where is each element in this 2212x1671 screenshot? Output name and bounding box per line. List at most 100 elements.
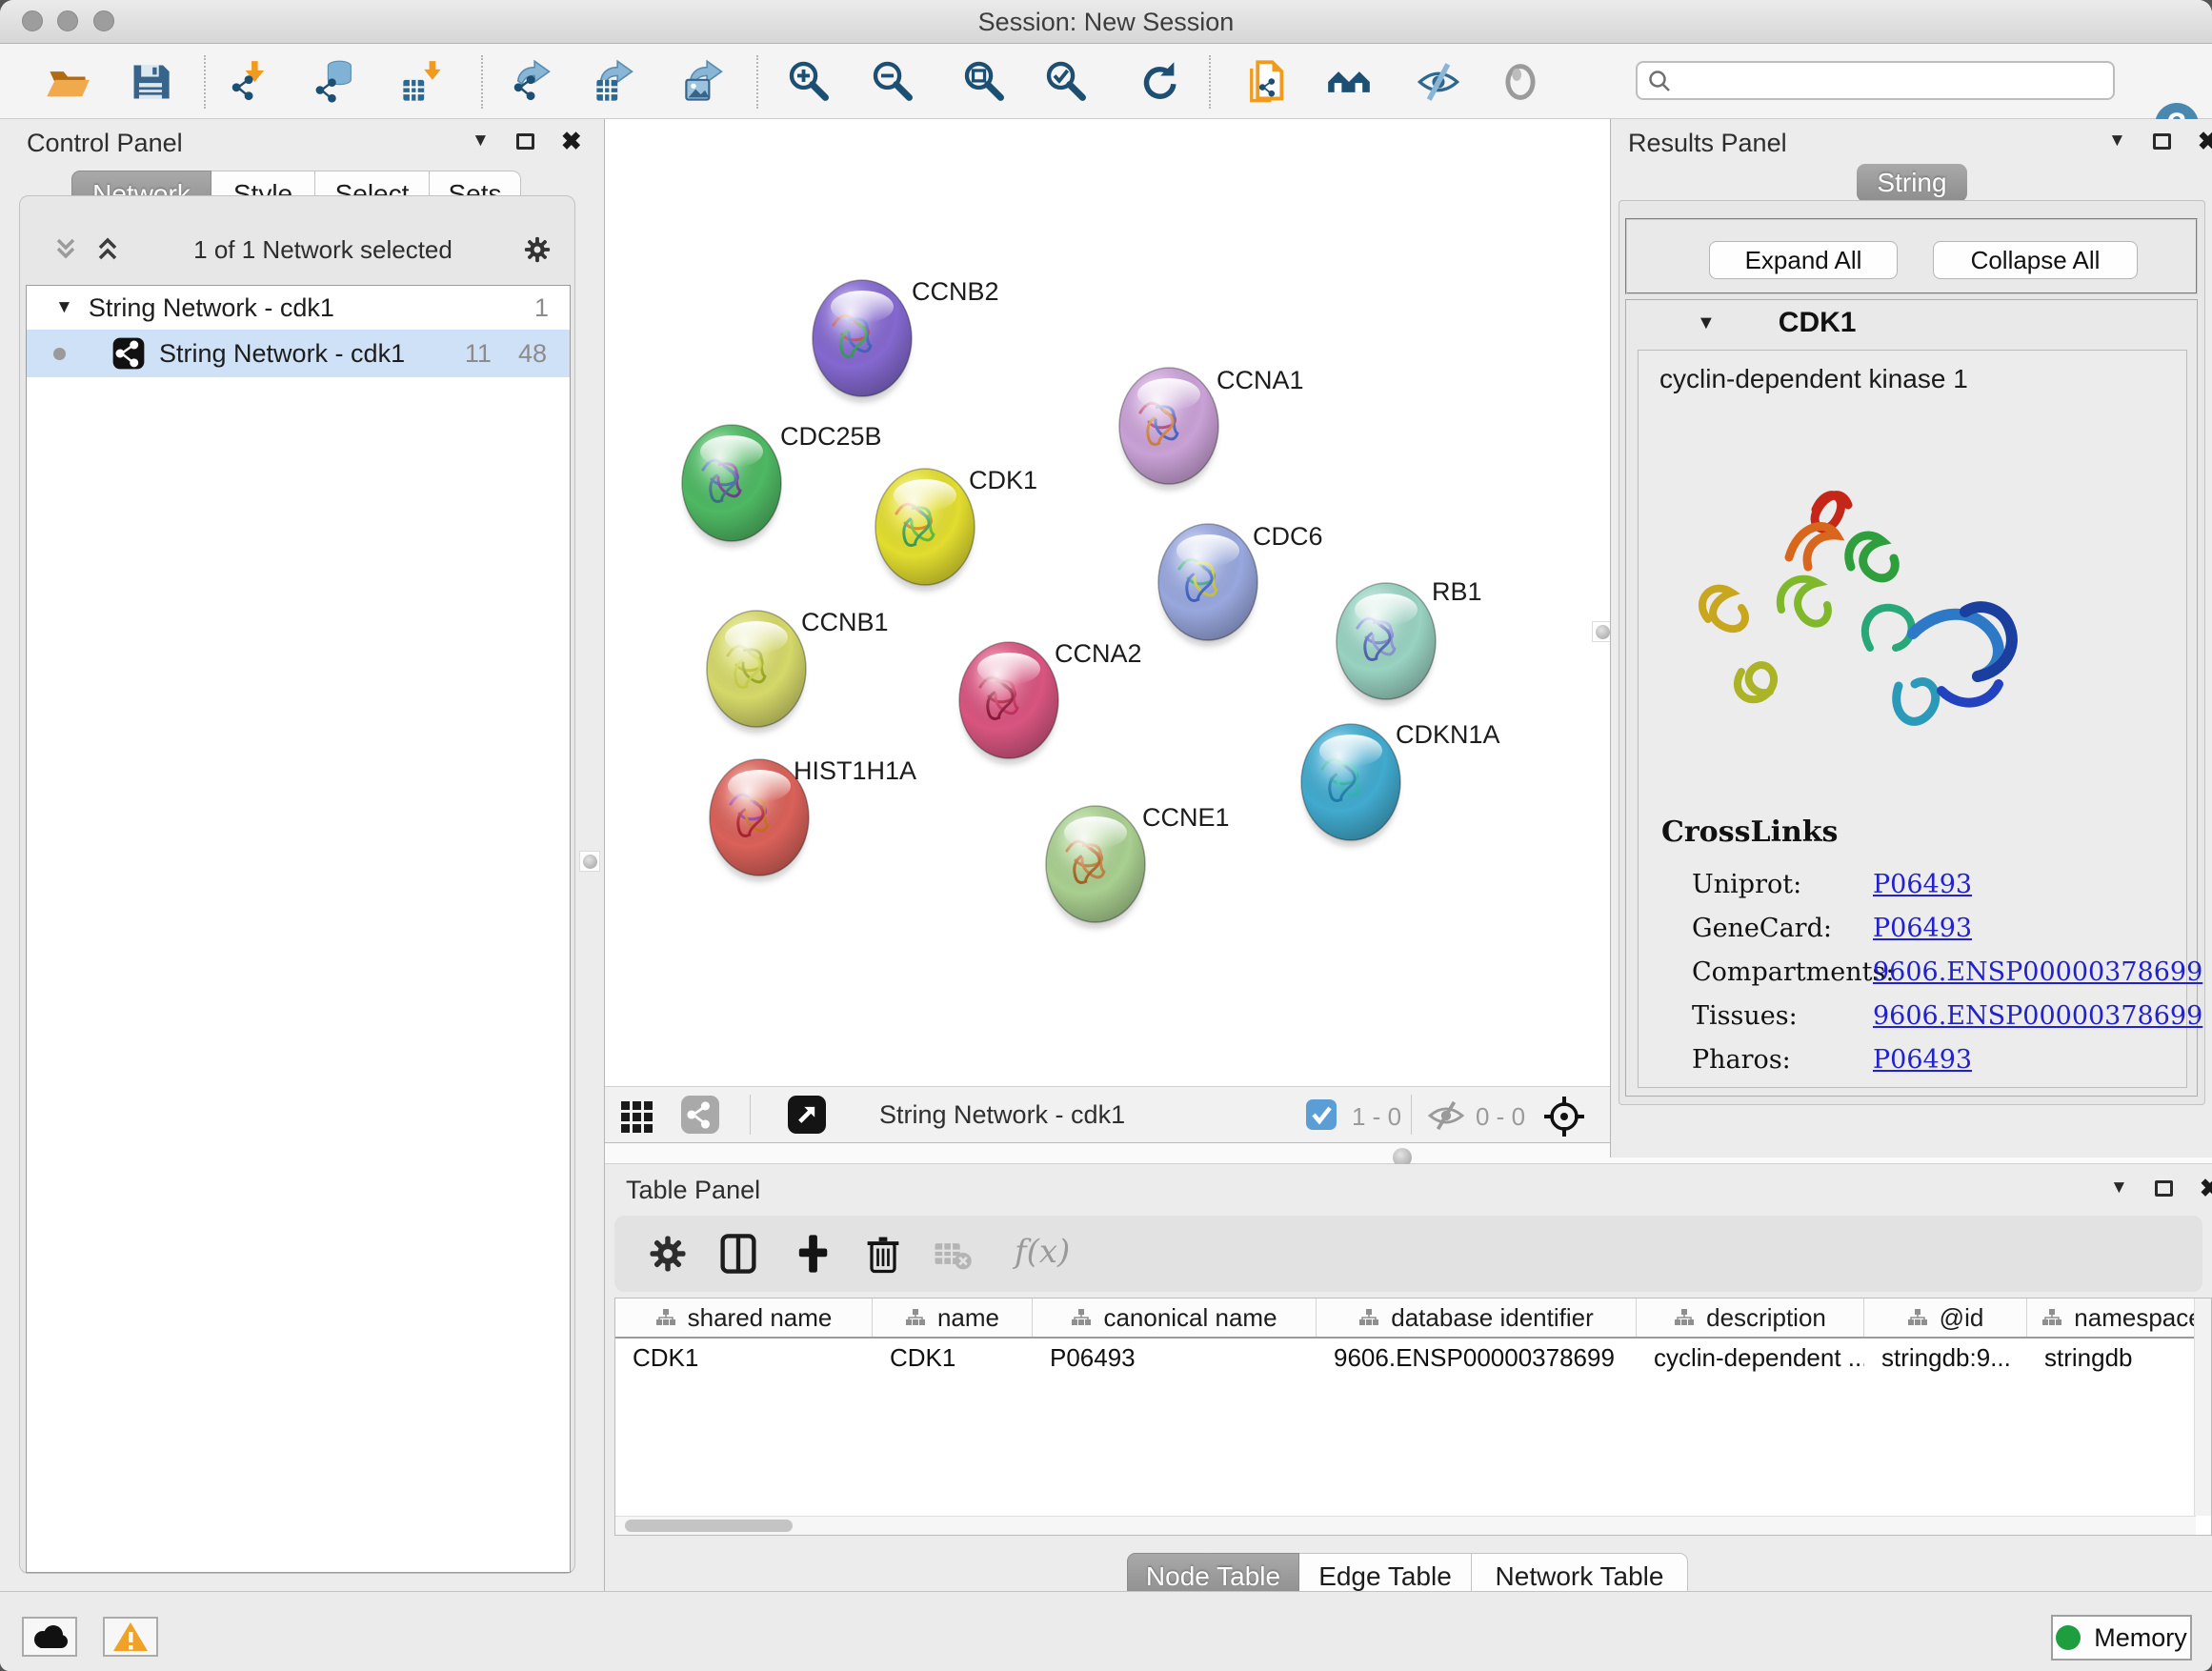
table-vertical-scrollbar[interactable] — [2194, 1299, 2211, 1516]
collapse-all-icon[interactable] — [49, 234, 83, 265]
zoom-in-icon[interactable] — [786, 59, 832, 105]
expand-all-icon[interactable] — [90, 234, 125, 265]
search-field[interactable] — [1636, 61, 2115, 100]
table-row[interactable]: CDK1CDK1P064939606.ENSP00000378699cyclin… — [615, 1339, 2211, 1377]
results-panel-menu-icon[interactable]: ▼ — [2108, 131, 2126, 151]
table-horizontal-scrollbar[interactable] — [615, 1516, 2196, 1535]
node-CCNB1[interactable]: CCNB1 — [707, 608, 889, 732]
node-CCNB2[interactable]: CCNB2 — [813, 277, 999, 401]
crosslink-link[interactable]: 9606.ENSP00000378699 — [1873, 1001, 2202, 1031]
search-input[interactable] — [1672, 65, 2113, 96]
table-panel-close-icon[interactable]: ✖ — [2200, 1180, 2212, 1197]
column-header-canonical-name[interactable]: canonical name — [1033, 1299, 1317, 1337]
control-panel-close-icon[interactable]: ✖ — [561, 133, 582, 150]
export-image-icon[interactable] — [682, 59, 728, 105]
results-panel-title: Results Panel — [1628, 129, 1787, 158]
tab-string[interactable]: String — [1857, 164, 1967, 202]
column-header-description[interactable]: description — [1637, 1299, 1864, 1337]
control-panel-float-icon[interactable] — [516, 133, 534, 150]
cell-description[interactable]: cyclin-dependent ... — [1637, 1343, 1864, 1373]
cell-shared-name[interactable]: CDK1 — [615, 1343, 873, 1373]
refresh-icon[interactable] — [1136, 59, 1181, 105]
string-view-icon[interactable] — [681, 1096, 719, 1134]
cell-canonical-name[interactable]: P06493 — [1033, 1343, 1317, 1373]
results-panel-close-icon[interactable]: ✖ — [2198, 133, 2212, 150]
node-CCNA2[interactable]: CCNA2 — [959, 639, 1142, 763]
zoom-fit-icon[interactable] — [961, 59, 1007, 105]
cloud-icon — [30, 1623, 69, 1650]
node-CCNE1[interactable]: CCNE1 — [1046, 803, 1230, 927]
import-table-icon[interactable] — [399, 59, 445, 105]
crosslink-link[interactable]: P06493 — [1873, 914, 1972, 943]
hide-selected-icon[interactable] — [1416, 59, 1461, 105]
network-collection-row[interactable]: ▼ String Network - cdk1 1 — [27, 286, 570, 330]
save-icon[interactable] — [128, 59, 173, 105]
node-CDKN1A[interactable]: CDKN1A — [1301, 720, 1500, 845]
collapse-all-button[interactable]: Collapse All — [1933, 241, 2138, 279]
zoom-selected-icon[interactable] — [1043, 59, 1089, 105]
zoom-out-icon[interactable] — [870, 59, 915, 105]
node-count: 11 — [465, 339, 492, 369]
import-database-icon[interactable] — [312, 59, 358, 105]
memory-button[interactable]: Memory — [2051, 1615, 2192, 1661]
warnings-button[interactable] — [103, 1617, 158, 1657]
node-label-CCNA2: CCNA2 — [1055, 639, 1142, 668]
crosslink-link[interactable]: P06493 — [1873, 870, 1972, 899]
cell-@id[interactable]: stringdb:9... — [1864, 1343, 2027, 1373]
network-list-box: 1 of 1 Network selected ▼ String Network… — [19, 195, 575, 1574]
column-header-name[interactable]: name — [873, 1299, 1033, 1337]
crosslink-link[interactable]: P06493 — [1873, 1045, 1972, 1075]
toolbar-separator — [204, 55, 206, 109]
node-HIST1H1A[interactable]: HIST1H1A — [710, 756, 916, 880]
import-network-icon[interactable] — [228, 59, 273, 105]
show-lens-icon[interactable] — [1498, 59, 1543, 105]
delete-column-icon[interactable] — [860, 1231, 906, 1277]
export-table-icon[interactable] — [593, 59, 638, 105]
column-header-namespace[interactable]: namespace — [2027, 1299, 2212, 1337]
table-panel-menu-icon[interactable]: ▼ — [2110, 1178, 2128, 1198]
cell-namespace[interactable]: stringdb — [2027, 1343, 2212, 1373]
first-neighbors-icon[interactable] — [1326, 59, 1372, 105]
table-panel-float-icon[interactable] — [2155, 1180, 2173, 1197]
crosslink-link[interactable]: 9606.ENSP00000378699 — [1873, 957, 2202, 987]
column-header-database-identifier[interactable]: database identifier — [1317, 1299, 1637, 1337]
selected-checkbox-icon[interactable] — [1306, 1099, 1337, 1130]
control-panel-menu-icon[interactable]: ▼ — [472, 131, 490, 151]
show-columns-icon[interactable] — [715, 1231, 761, 1277]
node-CDK1[interactable]: CDK1 — [875, 466, 1037, 590]
node-label-CDC25B: CDC25B — [780, 422, 882, 451]
node-CDC6[interactable]: CDC6 — [1158, 522, 1323, 645]
crosslinks-heading: CrossLinks — [1661, 815, 2202, 849]
network-document-icon[interactable] — [1243, 59, 1289, 105]
cell-database-identifier[interactable]: 9606.ENSP00000378699 — [1317, 1343, 1637, 1373]
crosslinks-section: CrossLinks Uniprot:P06493GeneCard:P06493… — [1661, 815, 2202, 1081]
grid-view-icon[interactable] — [620, 1099, 654, 1134]
node-RB1[interactable]: RB1 — [1337, 577, 1482, 704]
network-row-selected[interactable]: String Network - cdk1 11 48 — [27, 330, 570, 377]
open-in-browser-icon[interactable] — [788, 1096, 826, 1134]
open-file-icon[interactable] — [45, 59, 90, 105]
table-gear-icon[interactable] — [645, 1231, 691, 1277]
left-splitter-button[interactable] — [579, 851, 600, 872]
export-network-icon[interactable] — [510, 59, 555, 105]
cloud-button[interactable] — [22, 1617, 77, 1657]
gear-icon[interactable] — [521, 233, 553, 266]
network-selected-status: 1 of 1 Network selected — [125, 235, 521, 265]
node-label-CDK1: CDK1 — [969, 466, 1037, 494]
scrollbar-thumb[interactable] — [625, 1520, 793, 1532]
table-panel-title: Table Panel — [626, 1176, 760, 1205]
node-CDC25B[interactable]: CDC25B — [682, 422, 882, 546]
gene-header-row[interactable]: ▼ CDK1 — [1626, 300, 2197, 346]
cell-name[interactable]: CDK1 — [873, 1343, 1033, 1373]
node-CCNA1[interactable]: CCNA1 — [1119, 366, 1304, 489]
column-header-@id[interactable]: @id — [1864, 1299, 2027, 1337]
column-header-shared-name[interactable]: shared name — [615, 1299, 873, 1337]
expand-all-button[interactable]: Expand All — [1709, 241, 1898, 279]
tree-expand-icon[interactable]: ▼ — [55, 297, 73, 318]
network-canvas[interactable]: CCNB2 CCNA1 CDC25B CDK1 CDC6RB1 CCNB1 CCNA2 CDK… — [605, 119, 1610, 1086]
gene-collapse-icon[interactable]: ▼ — [1697, 312, 1716, 334]
results-panel-float-icon[interactable] — [2153, 133, 2171, 150]
results-panel: Results Panel ▼ ✖ String Expand All Coll… — [1610, 119, 2212, 1158]
birdseye-navigator-icon[interactable] — [1542, 1095, 1586, 1138]
add-column-icon[interactable] — [790, 1231, 835, 1277]
